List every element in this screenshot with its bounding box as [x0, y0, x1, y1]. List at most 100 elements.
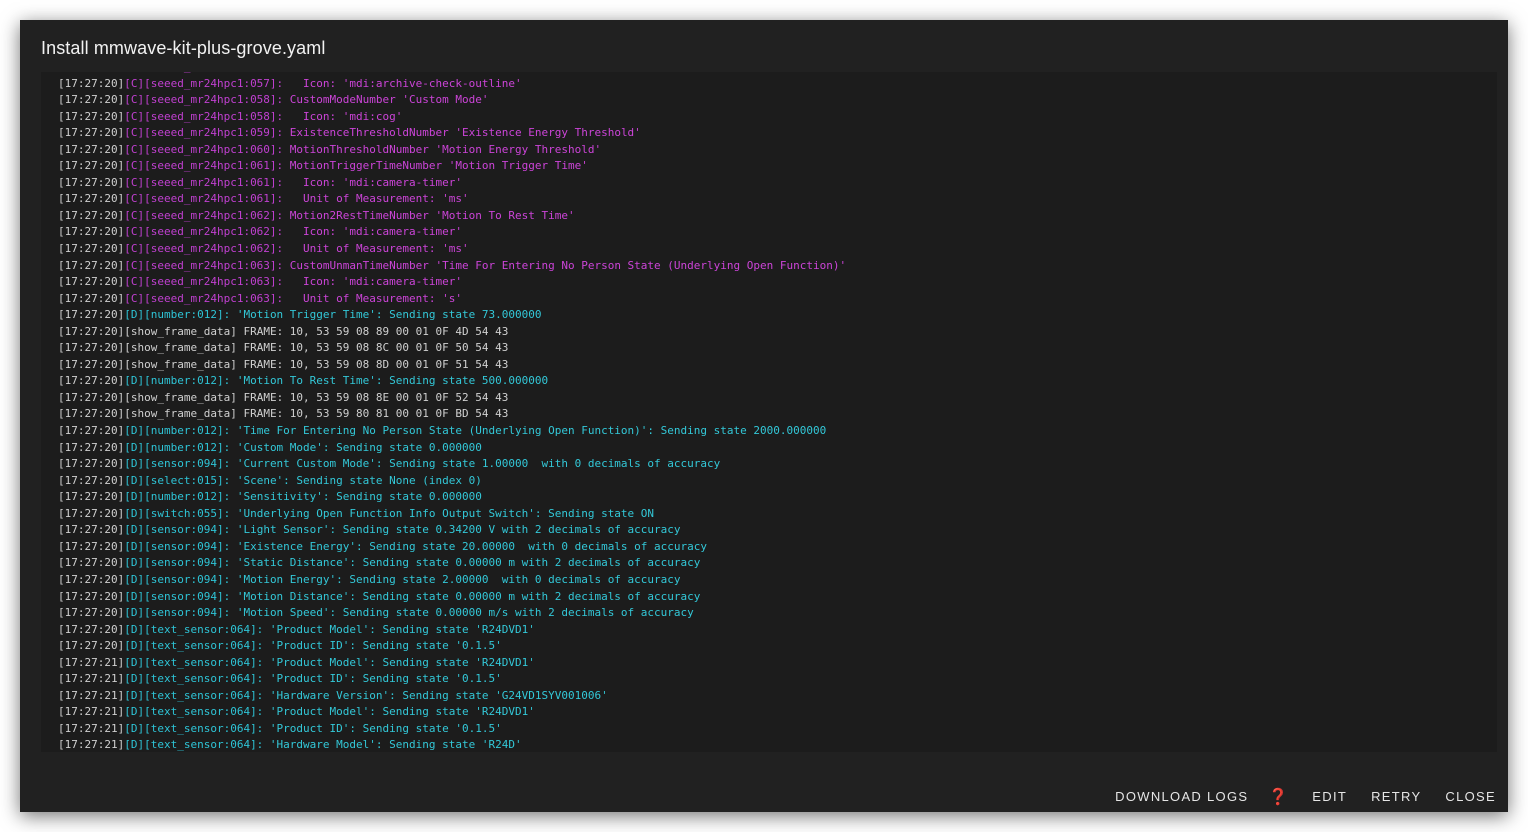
close-button[interactable]: CLOSE: [1433, 782, 1508, 810]
log-timestamp: [17:27:21]: [58, 738, 125, 752]
log-tag: [show_frame_data]: [124, 407, 237, 421]
log-tag: [D][number:012]:: [124, 308, 231, 322]
log-output-panel[interactable]: [17:27:20] [C][seeed_mr24hpc1:057]: Sensi…: [41, 72, 1497, 752]
log-message: Icon: 'mdi:cog': [283, 109, 403, 123]
log-lines: [17:27:20] [C][seeed_mr24hpc1:057]: Sensi…: [58, 72, 846, 752]
log-message: 'Product ID': Sending state '0.1.5': [263, 721, 502, 735]
log-timestamp: [17:27:20]: [58, 357, 125, 371]
log-tag: [D][text_sensor:064]:: [124, 738, 264, 752]
log-line: [17:27:20][C][seeed_mr24hpc1:058]: Custo…: [58, 92, 846, 109]
log-tag: [C][seeed_mr24hpc1:057]:: [124, 76, 284, 90]
log-line: [17:27:20][C][seeed_mr24hpc1:061]: Motio…: [58, 158, 846, 175]
download-logs-button[interactable]: DOWNLOAD LOGS: [1103, 782, 1260, 810]
log-tag: [D][number:012]:: [124, 424, 231, 438]
log-timestamp: [17:27:20]: [58, 175, 125, 189]
dialog-actions: DOWNLOAD LOGS ❓ EDIT RETRY CLOSE: [1103, 782, 1508, 810]
log-message: 'Custom Mode': Sending state 0.000000: [230, 440, 482, 454]
log-tag: [D][text_sensor:064]:: [124, 655, 264, 669]
log-timestamp: [17:27:20]: [58, 506, 125, 520]
log-message: 'Current Custom Mode': Sending state 1.0…: [230, 457, 721, 471]
log-message: FRAME: 10, 53 59 08 8E 00 01 0F 52 54 43: [236, 390, 509, 404]
log-message: 'Underlying Open Function Info Output Sw…: [230, 506, 655, 520]
log-timestamp: [17:27:20]: [58, 572, 125, 586]
log-tag: [C][seeed_mr24hpc1:061]:: [124, 175, 284, 189]
log-message: 'Motion Trigger Time': Sending state 73.…: [230, 308, 542, 322]
log-tag: [C][seeed_mr24hpc1:062]:: [124, 242, 284, 256]
log-tag: [D][sensor:094]:: [124, 606, 231, 620]
log-timestamp: [17:27:20]: [58, 142, 125, 156]
log-timestamp: [17:27:21]: [58, 705, 125, 719]
log-line: [17:27:21][D][text_sensor:064]: 'Product…: [58, 721, 846, 738]
log-tag: [show_frame_data]: [124, 357, 237, 371]
log-line: [17:27:20][C][seeed_mr24hpc1:063]: Icon:…: [58, 274, 846, 291]
log-tag: [D][number:012]:: [124, 440, 231, 454]
log-message: 'Hardware Model': Sending state 'R24D': [263, 738, 522, 752]
edit-button[interactable]: EDIT: [1300, 782, 1359, 810]
log-timestamp: [17:27:20]: [58, 374, 125, 388]
log-timestamp: [17:27:20]: [58, 606, 125, 620]
log-tag: [C][seeed_mr24hpc1:057]:: [124, 72, 283, 73]
log-timestamp: [17:27:20]: [58, 341, 125, 355]
log-tag: [D][sensor:094]:: [124, 556, 231, 570]
log-message: ExistenceThresholdNumber 'Existence Ener…: [283, 126, 641, 140]
log-message: 'Static Distance': Sending state 0.00000…: [230, 556, 701, 570]
log-timestamp: [17:27:20]: [58, 258, 125, 272]
log-line: [17:27:20][D][text_sensor:064]: 'Product…: [58, 622, 846, 639]
log-line: [17:27:21][D][text_sensor:064]: 'Product…: [58, 704, 846, 721]
log-timestamp: [17:27:20]: [58, 639, 125, 653]
log-tag: [D][sensor:094]:: [124, 539, 231, 553]
log-line: [17:27:20][D][sensor:094]: 'Static Dista…: [58, 555, 846, 572]
log-line: [17:27:21][D][text_sensor:064]: 'Product…: [58, 655, 846, 672]
log-line: [17:27:20][show_frame_data] FRAME: 10, 5…: [58, 390, 846, 407]
log-tag: [C][seeed_mr24hpc1:060]:: [124, 142, 284, 156]
help-icon[interactable]: ❓: [1260, 787, 1300, 806]
log-tag: [D][sensor:094]:: [124, 589, 231, 603]
log-line: [17:27:20][C][seeed_mr24hpc1:061]: Icon:…: [58, 175, 846, 192]
log-line: [17:27:21][D][text_sensor:064]: 'Hardwar…: [58, 688, 846, 705]
log-timestamp: [17:27:21]: [58, 721, 125, 735]
log-line: [17:27:20][C][seeed_mr24hpc1:061]: Unit …: [58, 191, 846, 208]
log-tag: [D][sensor:094]:: [124, 572, 231, 586]
log-line: [17:27:20][D][number:012]: 'Motion To Re…: [58, 373, 846, 390]
install-dialog: Install mmwave-kit-plus-grove.yaml [17:2…: [20, 20, 1508, 812]
log-line: [17:27:20][C][seeed_mr24hpc1:062]: Icon:…: [58, 224, 846, 241]
log-timestamp: [17:27:20]: [58, 390, 125, 404]
log-tag: [show_frame_data]: [124, 341, 237, 355]
log-timestamp: [17:27:20]: [58, 93, 125, 107]
log-message: 'Hardware Version': Sending state 'G24VD…: [263, 688, 608, 702]
log-message: 'Motion To Rest Time': Sending state 500…: [230, 374, 549, 388]
log-message: Unit of Measurement: 'ms': [283, 242, 469, 256]
log-message: MotionTriggerTimeNumber 'Motion Trigger …: [283, 159, 588, 173]
log-timestamp: [17:27:20]: [58, 407, 125, 421]
log-message: 'Product ID': Sending state '0.1.5': [263, 639, 502, 653]
log-timestamp: [17:27:21]: [58, 655, 125, 669]
log-line: [17:27:20][D][sensor:094]: 'Existence En…: [58, 539, 846, 556]
log-message: MotionThresholdNumber 'Motion Energy Thr…: [283, 142, 602, 156]
log-message: SensitivityNumber 'Sensitivity': [283, 72, 495, 73]
log-message: FRAME: 10, 53 59 08 89 00 01 0F 4D 54 43: [236, 324, 509, 338]
log-line: [17:27:20][D][switch:055]: 'Underlying O…: [58, 506, 846, 523]
log-timestamp: [17:27:20]: [58, 242, 125, 256]
log-tag: [D][sensor:094]:: [124, 523, 231, 537]
log-line: [17:27:20][show_frame_data] FRAME: 10, 5…: [58, 406, 846, 423]
log-timestamp: [17:27:20]: [58, 473, 125, 487]
log-line: [17:27:20][D][number:012]: 'Time For Ent…: [58, 423, 846, 440]
log-tag: [D][text_sensor:064]:: [124, 721, 264, 735]
log-message: 'Product Model': Sending state 'R24DVD1': [263, 622, 535, 636]
log-line: [17:27:20][C][seeed_mr24hpc1:062]: Unit …: [58, 241, 846, 258]
log-line: [17:27:20][D][sensor:094]: 'Motion Speed…: [58, 605, 846, 622]
log-message: 'Sensitivity': Sending state 0.000000: [230, 490, 482, 504]
log-message: 'Existence Energy': Sending state 20.000…: [230, 539, 708, 553]
log-line: [17:27:20][C][seeed_mr24hpc1:063]: Custo…: [58, 258, 846, 275]
log-message: Icon: 'mdi:camera-timer': [283, 175, 462, 189]
log-timestamp: [17:27:20]: [58, 589, 125, 603]
log-timestamp: [17:27:20]: [58, 275, 125, 289]
retry-button[interactable]: RETRY: [1359, 782, 1433, 810]
log-tag: [D][text_sensor:064]:: [124, 705, 264, 719]
log-message: Icon: 'mdi:camera-timer': [283, 225, 462, 239]
log-timestamp: [17:27:20]: [58, 208, 125, 222]
log-tag: [D][text_sensor:064]:: [124, 639, 264, 653]
log-message: CustomUnmanTimeNumber 'Time For Entering…: [283, 258, 847, 272]
log-tag: [C][seeed_mr24hpc1:062]:: [124, 208, 284, 222]
log-timestamp: [17:27:21]: [58, 672, 125, 686]
